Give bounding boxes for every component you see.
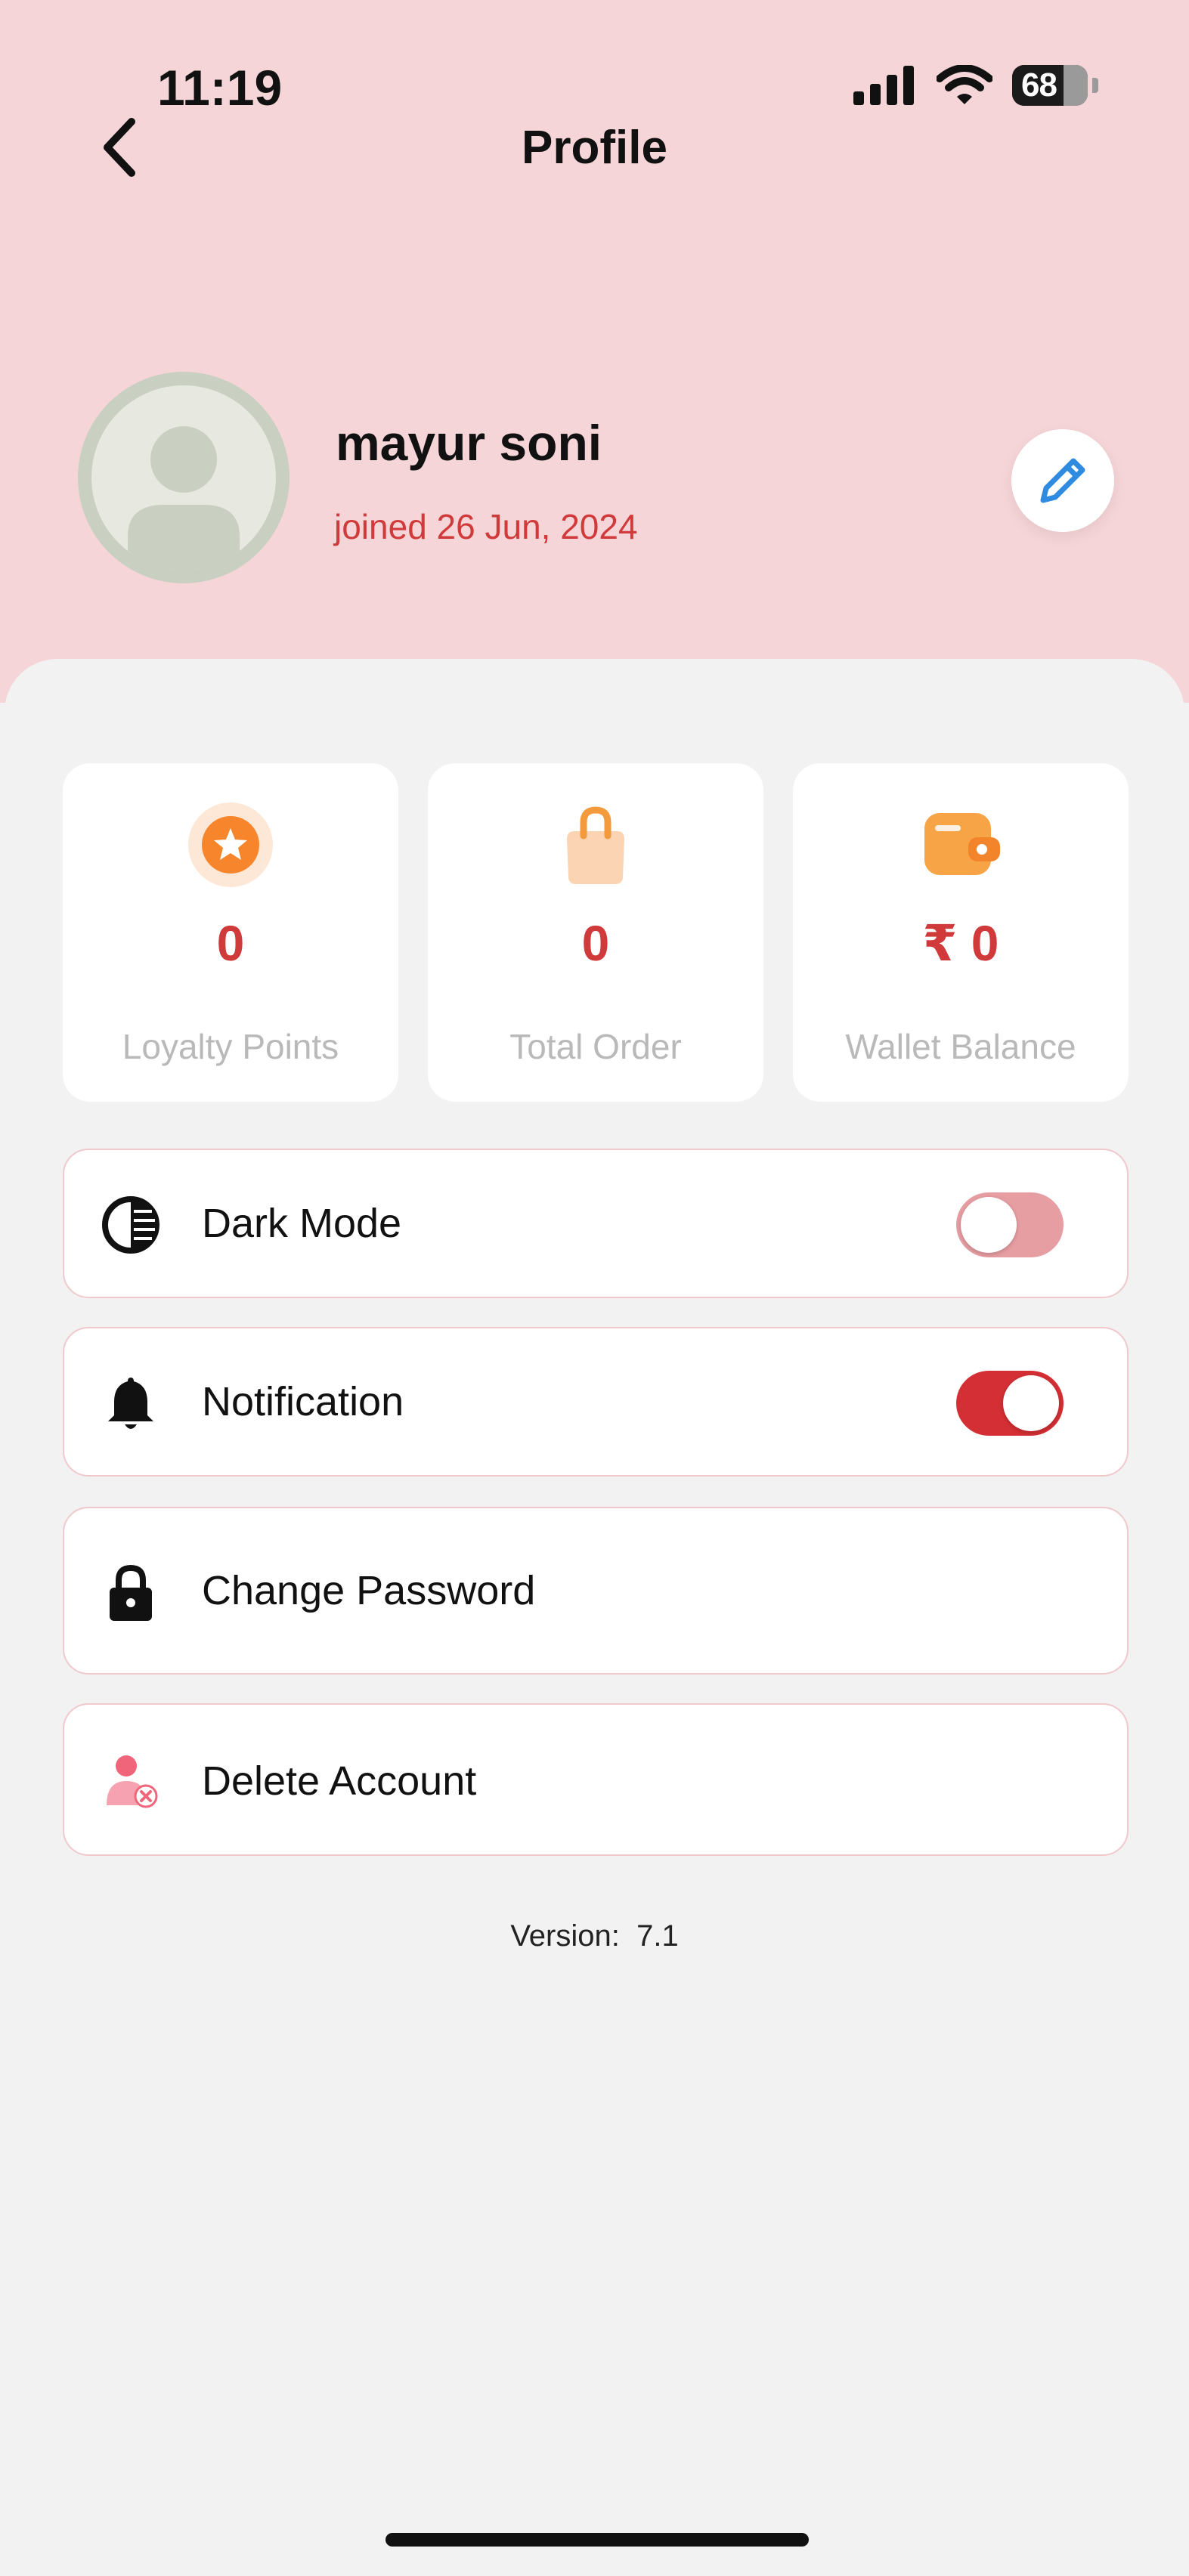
total-order-label: Total Order [509, 1027, 682, 1066]
pencil-icon [1040, 458, 1085, 503]
page-title: Profile [522, 122, 667, 174]
total-order-card[interactable]: 0 Total Order [428, 763, 763, 1102]
contrast-icon [102, 1196, 159, 1254]
app-version: Version: 7.1 [0, 1919, 1189, 1953]
delete-user-icon [107, 1755, 158, 1808]
user-name: mayur soni [336, 415, 602, 471]
delete-account-label: Delete Account [202, 1758, 477, 1804]
dark-mode-label: Dark Mode [202, 1201, 402, 1246]
total-order-value: 0 [581, 915, 610, 971]
cellular-signal-icon [853, 66, 914, 105]
home-indicator[interactable] [385, 2533, 809, 2547]
change-password-row[interactable]: Change Password [63, 1507, 1129, 1675]
battery-level: 68 [1021, 66, 1057, 104]
shopping-bag-icon [567, 806, 624, 884]
dark-mode-toggle[interactable] [956, 1192, 1064, 1257]
bell-icon [108, 1378, 153, 1429]
avatar [78, 372, 290, 583]
notification-toggle[interactable] [956, 1371, 1064, 1436]
wallet-balance-value: ₹ 0 [922, 915, 999, 971]
delete-account-row[interactable]: Delete Account [63, 1703, 1129, 1856]
wallet-balance-label: Wallet Balance [845, 1027, 1076, 1066]
loyalty-points-card[interactable]: 0 Loyalty Points [63, 763, 398, 1102]
status-icons: 68 [853, 65, 1098, 106]
version-label: Version: [510, 1919, 620, 1953]
edit-profile-button[interactable] [1011, 429, 1114, 532]
loyalty-points-value: 0 [216, 915, 245, 971]
toggle-knob [961, 1197, 1017, 1253]
wallet-icon [924, 813, 1000, 875]
battery-nub [1092, 78, 1098, 93]
status-time: 11:19 [157, 60, 283, 116]
joined-date: joined 26 Jun, 2024 [334, 507, 638, 546]
notification-row[interactable]: Notification [63, 1327, 1129, 1477]
change-password-label: Change Password [202, 1568, 536, 1613]
wifi-icon [937, 65, 992, 104]
loyalty-points-label: Loyalty Points [122, 1027, 339, 1066]
toggle-knob [1003, 1375, 1059, 1431]
dark-mode-row[interactable]: Dark Mode [63, 1149, 1129, 1298]
wallet-balance-card[interactable]: ₹ 0 Wallet Balance [793, 763, 1129, 1102]
user-placeholder-icon [128, 426, 240, 570]
lock-icon [110, 1564, 152, 1621]
version-value: 7.1 [636, 1919, 679, 1953]
battery-indicator: 68 [1012, 65, 1088, 106]
star-badge-icon [188, 802, 273, 887]
notification-label: Notification [202, 1379, 404, 1424]
